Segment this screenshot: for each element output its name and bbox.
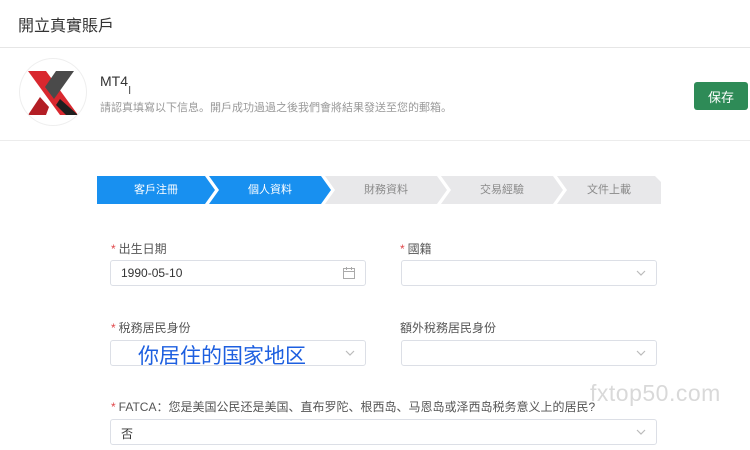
tax-residency-label: * 稅務居民身份 bbox=[111, 321, 191, 335]
page-title: 開立真實賬戶 bbox=[18, 18, 115, 35]
page-header: 開立真實賬戶 bbox=[0, 0, 750, 48]
additional-tax-residency-label: 額外稅務居民身份 bbox=[400, 321, 497, 335]
required-marker: * bbox=[111, 400, 116, 414]
nationality-select[interactable] bbox=[401, 260, 657, 286]
chevron-down-icon bbox=[345, 350, 355, 356]
account-description: 請認真填寫以下信息。開戶成功過過之後我們會將結果發送至您的郵箱。 bbox=[100, 102, 452, 114]
annotation-overlay: 你居住的国家地区 bbox=[138, 344, 306, 368]
birth-date-label: * 出生日期 bbox=[111, 242, 167, 256]
fatca-value: 否 bbox=[121, 427, 134, 441]
additional-tax-residency-select[interactable] bbox=[401, 340, 657, 366]
step-register[interactable]: 客戶注冊 bbox=[97, 176, 215, 204]
save-button[interactable]: 保存 bbox=[694, 82, 748, 110]
required-marker: * bbox=[111, 242, 116, 256]
step-financial-info[interactable]: 財務資料 bbox=[325, 176, 447, 204]
chevron-down-icon bbox=[636, 270, 646, 276]
required-marker: * bbox=[400, 242, 405, 256]
chevron-down-icon bbox=[636, 429, 646, 435]
text-cursor-icon: Ⅰ bbox=[128, 84, 132, 97]
account-name: MT4 bbox=[100, 73, 128, 89]
step-progress: 客戶注冊 個人資料 財務資料 交易經驗 文件上載 bbox=[97, 176, 661, 204]
calendar-icon[interactable] bbox=[343, 267, 355, 279]
birth-date-field[interactable]: 1990-05-10 bbox=[110, 260, 366, 286]
required-marker: * bbox=[111, 321, 116, 335]
birth-date-value: 1990-05-10 bbox=[121, 266, 183, 280]
chevron-down-icon bbox=[636, 350, 646, 356]
fatca-label: * FATCA：您是美国公民还是美国、直布罗陀、根西岛、马恩岛或泽西岛税务意义上的… bbox=[111, 400, 596, 414]
nationality-label: * 國籍 bbox=[400, 242, 432, 256]
step-trading-experience[interactable]: 交易經驗 bbox=[441, 176, 563, 204]
watermark: fxtop50.com bbox=[590, 380, 721, 406]
account-row: MT4 Ⅰ 請認真填寫以下信息。開戶成功過過之後我們會將結果發送至您的郵箱。 保… bbox=[0, 49, 750, 141]
step-personal-info[interactable]: 個人資料 bbox=[209, 176, 331, 204]
mt4-logo-icon bbox=[20, 59, 86, 125]
fatca-select[interactable]: 否 bbox=[110, 419, 657, 445]
step-file-upload[interactable]: 文件上載 bbox=[557, 176, 661, 204]
